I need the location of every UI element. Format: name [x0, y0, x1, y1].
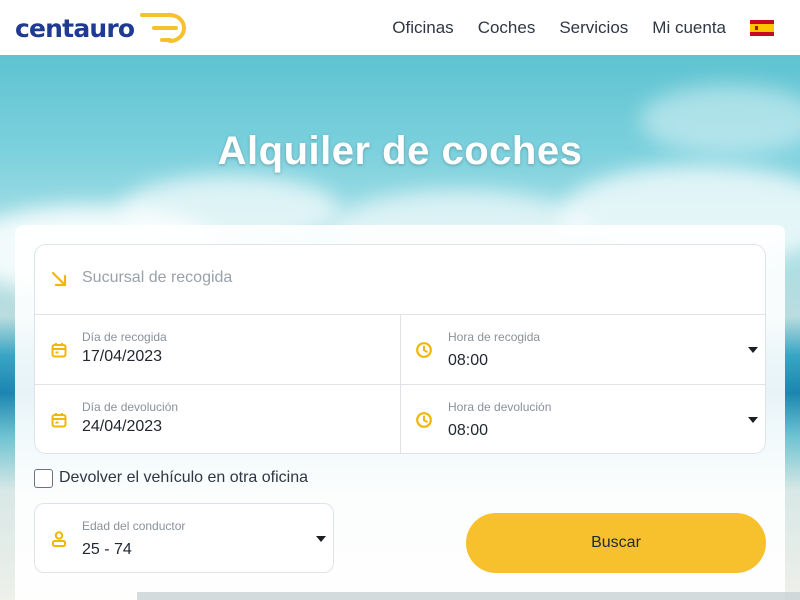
driver-age-label: Edad del conductor [82, 519, 186, 533]
return-time-value: 08:00 [448, 422, 489, 439]
logo-text: centauro [15, 13, 135, 43]
page-title: Alquiler de coches [217, 129, 583, 173]
nav-mi-cuenta[interactable]: Mi cuenta [652, 18, 726, 38]
logo-mark-icon [140, 13, 187, 43]
pickup-date-field[interactable]: Día de recogida 17/04/2023 [35, 315, 400, 384]
return-other-office-option[interactable]: Devolver el vehículo en otra oficina [34, 467, 308, 489]
nav-coches[interactable]: Coches [478, 18, 536, 38]
arrow-down-right-icon [51, 271, 67, 287]
return-time-label: Hora de devolución [448, 400, 552, 414]
pickup-time-value: 08:00 [448, 352, 489, 369]
driver-age-value: 25 - 74 [82, 541, 132, 558]
pickup-date-label: Día de recogida [82, 330, 167, 344]
person-icon [52, 531, 66, 547]
clock-icon [416, 342, 432, 358]
chevron-down-icon [748, 417, 758, 423]
booking-fields-grid: Sucursal de recogida Día de recogida 17/… [34, 244, 766, 454]
pickup-date-value: 17/04/2023 [82, 348, 163, 365]
return-other-office-label: Devolver el vehículo en otra oficina [59, 469, 309, 486]
site-header: centauro Oficinas Coches Servicios Mi cu… [0, 0, 800, 55]
return-date-field[interactable]: Día de devolución 24/04/2023 [35, 385, 400, 453]
return-time-select[interactable]: Hora de devolución 08:00 [401, 385, 765, 453]
chevron-down-icon [748, 347, 758, 353]
chevron-down-icon [316, 536, 326, 542]
driver-age-select[interactable]: Edad del conductor 25 - 74 [34, 503, 334, 573]
nav-servicios[interactable]: Servicios [559, 18, 628, 38]
nav-oficinas[interactable]: Oficinas [392, 18, 453, 38]
return-other-office-checkbox[interactable] [34, 468, 53, 488]
pickup-time-select[interactable]: Hora de recogida 08:00 [401, 315, 765, 384]
pickup-time-label: Hora de recogida [448, 330, 541, 344]
return-date-value: 24/04/2023 [82, 418, 163, 435]
search-button[interactable]: Buscar [466, 513, 766, 573]
calendar-icon [51, 413, 67, 428]
clock-icon [416, 412, 432, 428]
spain-flag-icon[interactable] [750, 19, 774, 36]
centauro-logo[interactable]: centauro [15, 8, 198, 48]
main-nav: Oficinas Coches Servicios Mi cuenta [368, 0, 774, 55]
background-strip [137, 592, 800, 600]
calendar-icon [51, 343, 67, 358]
return-date-label: Día de devolución [82, 400, 179, 414]
pickup-branch-field[interactable]: Sucursal de recogida [35, 245, 765, 314]
pickup-branch-placeholder: Sucursal de recogida [82, 269, 233, 286]
